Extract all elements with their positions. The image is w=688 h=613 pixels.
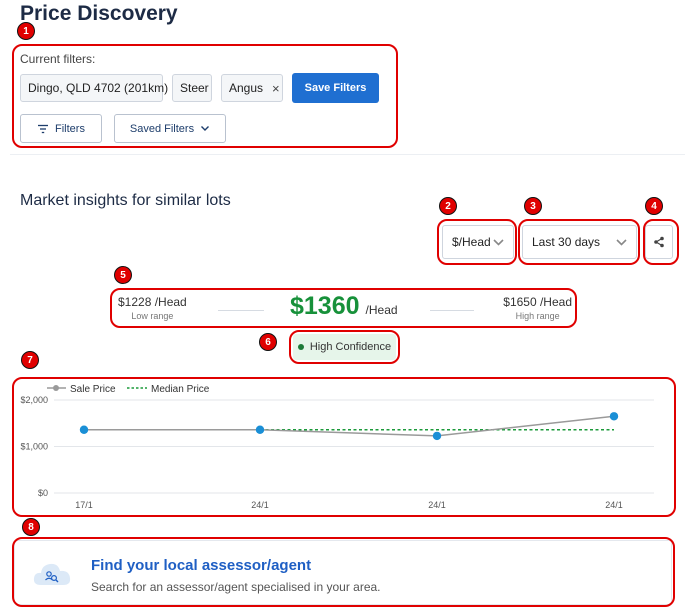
x-tick-label: 24/1 — [428, 500, 446, 510]
range-divider — [430, 310, 474, 311]
sex-filter-chip[interactable]: Steer — [172, 74, 212, 102]
share-button[interactable] — [645, 225, 673, 259]
y-tick-label: $0 — [38, 488, 48, 498]
find-agent-card[interactable]: Find your local assessor/agent Search fo… — [14, 540, 672, 605]
chevron-down-icon — [201, 126, 210, 131]
price-range: $1228 /Head Low range $1360 /Head $1650 … — [112, 292, 576, 327]
chip-label: Angus — [229, 81, 264, 95]
saved-filters-label: Saved Filters — [129, 122, 195, 135]
median-price-unit: /Head — [365, 303, 398, 317]
page-title: Price Discovery — [20, 2, 178, 25]
share-icon — [654, 236, 664, 248]
median-price-value: $1360 — [290, 292, 360, 320]
find-agent-title[interactable]: Find your local assessor/agent — [91, 557, 311, 574]
current-filters-label: Current filters: — [20, 52, 96, 66]
annotation-marker: 7 — [21, 351, 39, 369]
saved-filters-dropdown[interactable]: Saved Filters — [114, 114, 226, 143]
x-tick-label: 24/1 — [605, 500, 623, 510]
low-range: $1228 /Head Low range — [118, 295, 187, 321]
legend-sale-price: Sale Price — [70, 384, 116, 395]
annotation-marker: 4 — [645, 197, 663, 215]
filters-button-label: Filters — [55, 122, 85, 135]
chart-legend: Sale Price Median Price — [47, 384, 210, 395]
high-range: $1650 /Head High range — [503, 295, 572, 321]
sale-price-point — [255, 425, 265, 434]
median-price: $1360 /Head — [290, 292, 398, 321]
high-range-label: High range — [515, 311, 560, 321]
price-chart: Sale Price Median Price $2,000 $1,000 $0 1… — [14, 378, 674, 514]
breed-filter-chip[interactable]: Angus × — [221, 74, 283, 102]
market-insights-title: Market insights for similar lots — [20, 192, 231, 209]
range-divider — [218, 310, 264, 311]
x-tick-label: 17/1 — [75, 500, 93, 510]
chip-label: Dingo, QLD 4702 (201km) — [28, 81, 169, 95]
chevron-down-icon — [493, 238, 504, 246]
annotation-marker: 5 — [114, 266, 132, 284]
price-chart-svg: Sale Price Median Price $2,000 $1,000 $0 1… — [20, 384, 654, 510]
sale-price-point — [79, 425, 89, 434]
confidence-label: High Confidence — [309, 341, 392, 353]
filters-button[interactable]: Filters — [20, 114, 102, 143]
annotation-marker: 6 — [259, 333, 277, 351]
annotation-marker: 8 — [22, 518, 40, 536]
period-select-value: Last 30 days — [532, 235, 601, 249]
confidence-dot-icon — [297, 344, 304, 350]
x-tick-label: 24/1 — [251, 500, 269, 510]
low-range-value: $1228 /Head — [118, 295, 187, 309]
save-filters-button[interactable]: Save Filters — [292, 73, 379, 103]
unit-select-value: $/Head — [452, 235, 491, 249]
y-tick-label: $1,000 — [20, 442, 48, 452]
sale-price-point — [432, 431, 442, 441]
location-filter-chip[interactable]: Dingo, QLD 4702 (201km) — [20, 74, 168, 102]
chevron-down-icon — [616, 238, 627, 246]
legend-median-price: Median Price — [151, 384, 210, 395]
annotation-marker: 2 — [439, 197, 457, 215]
chip-label: Steer — [180, 81, 209, 95]
sale-price-line — [84, 415, 615, 437]
high-range-value: $1650 /Head — [503, 295, 572, 309]
period-select[interactable]: Last 30 days — [522, 225, 637, 259]
confidence-badge: High Confidence — [293, 334, 396, 360]
filter-icon — [38, 124, 49, 133]
sale-price-point — [609, 412, 619, 421]
unit-select[interactable]: $/Head — [442, 225, 514, 259]
y-tick-label: $2,000 — [20, 395, 48, 405]
annotation-marker: 3 — [524, 197, 542, 215]
low-range-label: Low range — [131, 311, 174, 321]
cloud-search-icon — [33, 563, 71, 585]
close-icon[interactable]: × — [272, 81, 280, 96]
find-agent-subtitle: Search for an assessor/agent specialised… — [91, 580, 381, 594]
annotation-marker: 1 — [17, 22, 35, 40]
